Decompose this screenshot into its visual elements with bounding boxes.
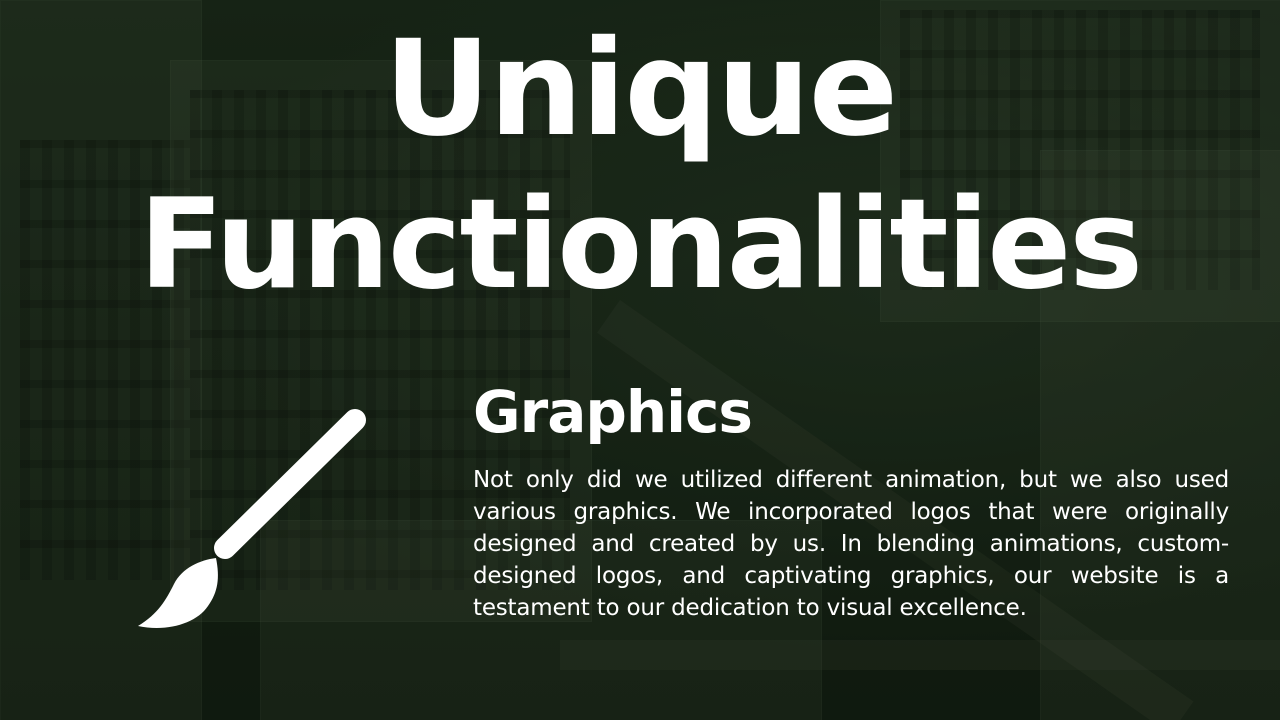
feature-heading: Graphics — [473, 378, 753, 446]
feature-description: Not only did we utilized different anima… — [473, 467, 1229, 621]
slide-title-line-1: Unique — [383, 12, 898, 166]
slide-title-line-2: Functionalities — [138, 173, 1143, 317]
paintbrush-icon — [138, 409, 366, 628]
